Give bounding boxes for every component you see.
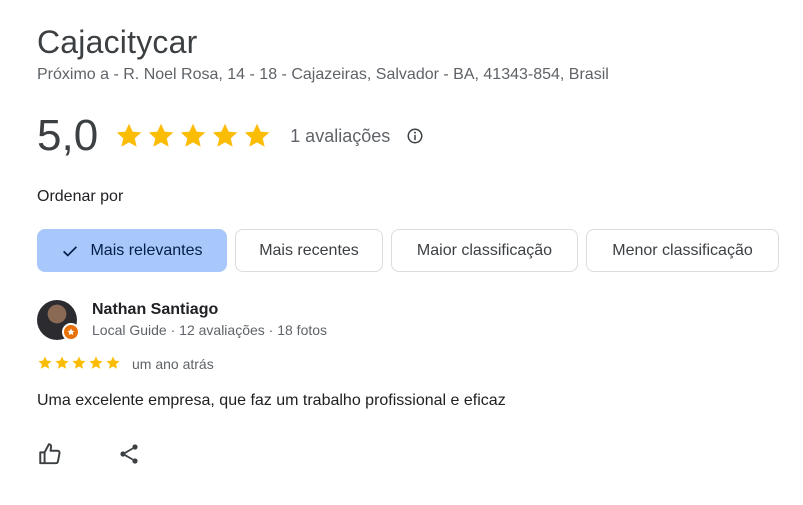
info-icon[interactable] xyxy=(406,127,424,145)
star-icon xyxy=(148,123,174,147)
sort-chip-label: Mais recentes xyxy=(259,241,359,259)
sort-chip-mais-recentes[interactable]: Mais recentes xyxy=(235,229,383,272)
local-guide-star-icon xyxy=(67,328,75,336)
star-icon xyxy=(38,356,52,369)
share-icon xyxy=(120,444,138,464)
star-icon xyxy=(180,123,206,147)
share-button[interactable] xyxy=(115,440,143,468)
like-button[interactable] xyxy=(36,440,64,468)
reviewer-meta: Local Guide · 12 avaliações · 18 fotos xyxy=(92,322,328,338)
star-icon xyxy=(106,356,120,369)
sort-chip-maior-classificacao[interactable]: Maior classificação xyxy=(391,229,578,272)
local-guide-badge-icon xyxy=(62,323,80,341)
review-text: Uma excelente empresa, que faz um trabal… xyxy=(37,392,506,409)
star-icon xyxy=(116,123,142,147)
rating-summary: 5,0 1 avaliações xyxy=(37,110,424,162)
sort-chip-menor-classificacao[interactable]: Menor classificação xyxy=(586,229,779,272)
sort-chip-label: Mais relevantes xyxy=(90,241,203,259)
sort-chip-mais-relevantes[interactable]: Mais relevantes xyxy=(37,229,227,272)
thumbs-up-icon xyxy=(39,443,61,465)
review-stars xyxy=(37,355,122,371)
review-count: 1 avaliações xyxy=(290,125,391,146)
review-time: um ano atrás xyxy=(132,356,214,372)
star-icon xyxy=(55,356,69,369)
check-icon xyxy=(63,245,78,257)
star-icon xyxy=(72,356,86,369)
avatar[interactable] xyxy=(37,300,80,341)
star-icon xyxy=(244,123,270,147)
sort-label: Ordenar por xyxy=(37,188,124,205)
reviewer-name[interactable]: Nathan Santiago xyxy=(92,301,218,319)
star-icon xyxy=(212,123,238,147)
place-title: Cajacitycar xyxy=(37,24,198,60)
rating-stars xyxy=(114,121,274,151)
place-address: Próximo a - R. Noel Rosa, 14 - 18 - Caja… xyxy=(37,66,609,83)
rating-value: 5,0 xyxy=(37,111,99,160)
sort-chip-label: Maior classificação xyxy=(416,241,553,259)
star-icon xyxy=(89,356,103,369)
sort-chips: Mais relevantes Mais recentes Maior clas… xyxy=(37,229,779,272)
sort-chip-label: Menor classificação xyxy=(612,241,753,259)
